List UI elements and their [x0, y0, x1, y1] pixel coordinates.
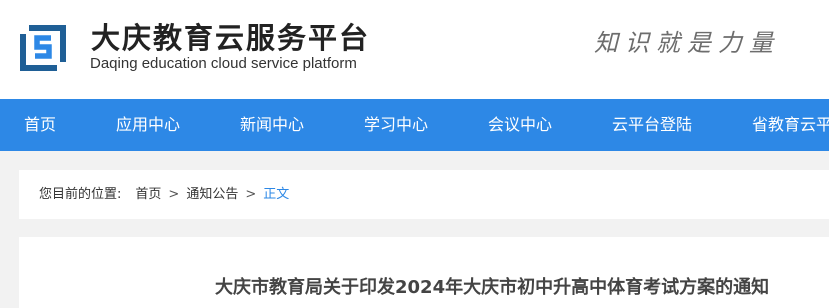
main-nav: 首页 应用中心 新闻中心 学习中心 会议中心 云平台登陆 省教育云平: [0, 99, 829, 151]
article-panel: 大庆市教育局关于印发2024年大庆市初中升高中体育考试方案的通知: [19, 237, 829, 308]
platform-logo-icon[interactable]: [17, 22, 69, 72]
breadcrumb-label: 您目前的位置:: [39, 187, 122, 202]
site-title: 大庆教育云服务平台: [91, 21, 371, 55]
nav-item-learning[interactable]: 学习中心: [364, 99, 428, 151]
nav-item-meetings[interactable]: 会议中心: [488, 99, 552, 151]
nav-item-news[interactable]: 新闻中心: [240, 99, 304, 151]
nav-item-provincial[interactable]: 省教育云平: [752, 99, 829, 151]
site-subtitle: Daqing education cloud service platform: [90, 55, 357, 72]
nav-item-apps[interactable]: 应用中心: [116, 99, 180, 151]
slogan-text: 知识就是力量: [594, 29, 780, 57]
breadcrumb-home-link[interactable]: 首页: [135, 187, 161, 202]
breadcrumb-bar: 您目前的位置: 首页 > 通知公告 > 正文: [19, 170, 829, 219]
article-title: 大庆市教育局关于印发2024年大庆市初中升高中体育考试方案的通知: [215, 277, 770, 298]
site-header: 大庆教育云服务平台 Daqing education cloud service…: [0, 0, 829, 99]
breadcrumb-current: 正文: [263, 187, 290, 202]
breadcrumb: 您目前的位置: 首页 > 通知公告 > 正文: [39, 170, 289, 219]
nav-item-cloud-login[interactable]: 云平台登陆: [612, 99, 692, 151]
breadcrumb-notices-link[interactable]: 通知公告: [186, 187, 238, 202]
breadcrumb-separator: >: [168, 187, 180, 202]
breadcrumb-separator: >: [245, 187, 257, 202]
nav-item-home[interactable]: 首页: [24, 99, 56, 151]
